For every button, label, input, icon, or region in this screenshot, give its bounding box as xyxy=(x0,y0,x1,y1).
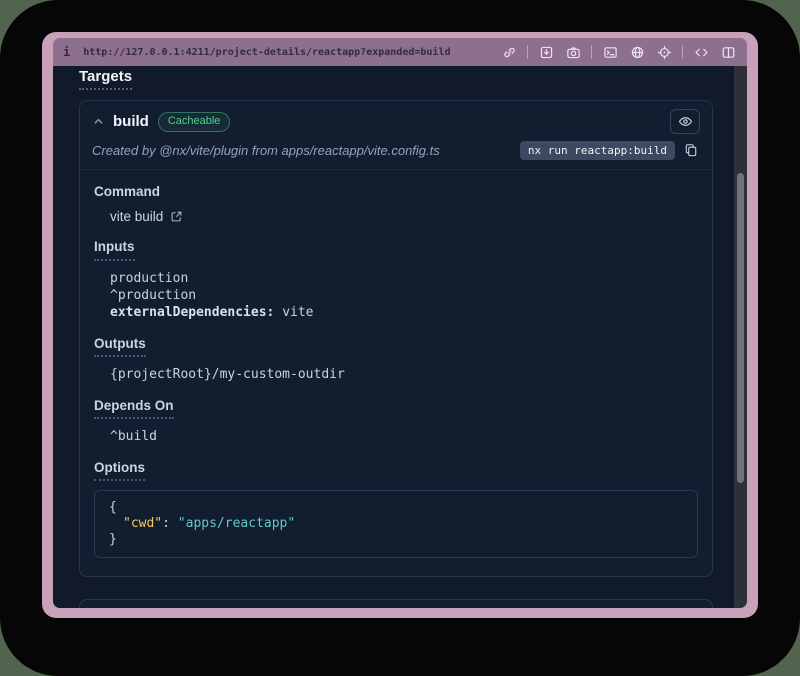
created-by-text: Created by @nx/vite/plugin from apps/rea… xyxy=(92,143,440,158)
link-icon[interactable] xyxy=(500,44,518,60)
camera-icon[interactable] xyxy=(564,44,582,60)
input-item: production xyxy=(110,270,698,287)
run-command-chip[interactable]: nx run reactapp:build xyxy=(520,141,675,160)
code-icon[interactable] xyxy=(692,44,710,60)
json-key: "cwd" xyxy=(123,516,162,531)
toolbar-divider xyxy=(682,45,683,59)
browser-toolbar: i http://127.0.0.1:4211/project-details/… xyxy=(53,38,747,66)
target-card-build: build Cacheable Created by @nx/vite/plug… xyxy=(79,100,713,577)
browser-window: i http://127.0.0.1:4211/project-details/… xyxy=(42,32,758,618)
toolbar-divider xyxy=(591,45,592,59)
code-line: "cwd": "apps/reactapp" xyxy=(109,516,683,532)
eye-icon xyxy=(678,114,693,129)
inputs-section-label: Inputs xyxy=(94,239,698,260)
code-line: { xyxy=(109,500,683,516)
command-section-content: vite build xyxy=(110,209,698,224)
build-header-subrow: Created by @nx/vite/plugin from apps/rea… xyxy=(92,141,700,160)
columns-icon[interactable] xyxy=(719,44,737,60)
options-section-label: Options xyxy=(94,460,698,481)
vertical-scrollbar[interactable] xyxy=(734,66,747,608)
external-link-icon[interactable] xyxy=(170,210,184,224)
download-icon[interactable] xyxy=(537,44,555,60)
output-item: {projectRoot}/my-custom-outdir xyxy=(110,366,698,383)
serve-card-header: serve vite serve xyxy=(80,600,712,608)
options-code-block: { "cwd": "apps/reactapp" } xyxy=(94,490,698,558)
command-value-row: vite build xyxy=(110,209,698,224)
page-title: Targets xyxy=(79,68,132,90)
cacheable-badge: Cacheable xyxy=(158,112,231,132)
project-details-view: Targets build Cacheable xyxy=(53,66,734,608)
input-item: externalDependencies: vite xyxy=(110,304,698,321)
toolbar-actions xyxy=(500,44,737,60)
build-card-body: Command vite build Inputs production ^pr… xyxy=(80,170,712,576)
info-icon: i xyxy=(63,45,70,59)
globe-icon[interactable] xyxy=(628,44,646,60)
outputs-section-content: {projectRoot}/my-custom-outdir xyxy=(110,366,698,383)
input-item: ^production xyxy=(110,287,698,304)
command-value: vite build xyxy=(110,209,163,224)
build-card-header: build Cacheable Created by @nx/vite/plug… xyxy=(80,101,712,170)
chevron-up-icon[interactable] xyxy=(92,116,104,128)
json-value: "apps/reactapp" xyxy=(178,516,295,531)
command-section-label: Command xyxy=(94,184,698,200)
outputs-section-label: Outputs xyxy=(94,336,698,357)
inputs-section-content: production ^production externalDependenc… xyxy=(110,270,698,321)
code-line: } xyxy=(109,532,683,548)
target-name: build xyxy=(113,113,149,130)
target-icon[interactable] xyxy=(655,44,673,60)
copy-button[interactable] xyxy=(684,143,700,159)
copy-icon xyxy=(684,143,698,157)
address-bar[interactable]: http://127.0.0.1:4211/project-details/re… xyxy=(83,47,491,58)
view-in-graph-button[interactable] xyxy=(670,109,700,134)
depends-on-section-content: ^build xyxy=(110,428,698,445)
depends-on-section-label: Depends On xyxy=(94,398,698,419)
scrollbar-thumb[interactable] xyxy=(737,173,744,483)
toolbar-divider xyxy=(527,45,528,59)
target-card-serve: serve vite serve xyxy=(79,599,713,608)
depends-on-item: ^build xyxy=(110,428,698,445)
page-content: Targets build Cacheable xyxy=(53,66,747,608)
build-header-row[interactable]: build Cacheable xyxy=(92,109,700,134)
terminal-icon[interactable] xyxy=(601,44,619,60)
